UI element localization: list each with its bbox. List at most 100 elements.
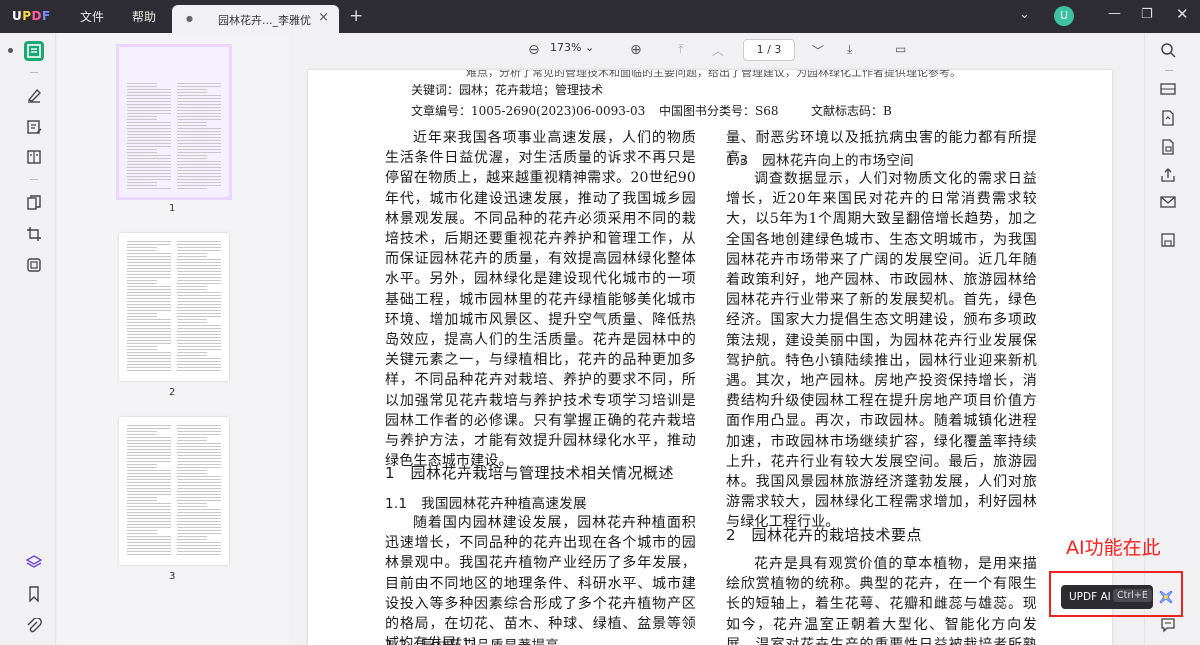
thumbnail-text-line (177, 452, 221, 453)
thumbnail-text-line (127, 241, 171, 242)
thumbnail-text-line (177, 241, 221, 242)
new-tab-icon[interactable]: + (349, 6, 363, 26)
thumbnail-text-line (177, 367, 221, 368)
first-page-icon[interactable]: ⤒ (678, 42, 683, 57)
thumbnail-text-line (127, 301, 171, 302)
document-tab[interactable]: ● 园林花卉..._李雅优 × (172, 5, 339, 33)
zoom-in-icon[interactable]: ⊕ (630, 42, 642, 58)
share-button[interactable] (1160, 167, 1176, 183)
thumbnail-text-line (177, 476, 221, 477)
save-button[interactable] (1160, 232, 1176, 248)
thumbnail-text-line (127, 443, 171, 444)
thumbnail-text-line (177, 503, 207, 504)
thumbnail-text-line (127, 367, 171, 368)
attachment-button[interactable] (26, 617, 42, 634)
thumbnail-text-line (177, 470, 207, 471)
thumbnail-text-line (177, 182, 221, 183)
thumbnail-text-line (127, 182, 157, 183)
thumbnail-text-line (177, 370, 221, 371)
close-tab-icon[interactable]: × (318, 10, 329, 25)
thumbnail-text-line (127, 185, 157, 186)
thumbnail-text-line (177, 521, 221, 522)
thumbnail-text-line (127, 446, 171, 447)
chevron-down-icon[interactable]: ⌄ (1019, 7, 1030, 22)
thumbnail-text-line (177, 473, 207, 474)
last-page-icon[interactable]: ⤓ (847, 42, 852, 57)
updf-ai-button[interactable] (1157, 588, 1175, 606)
bookmark-button[interactable] (26, 586, 42, 603)
email-button[interactable] (1160, 194, 1176, 210)
thumbnail-text-line (177, 170, 221, 171)
chevron-down-icon: ⌄ (584, 41, 595, 54)
thumbnail-text-line (177, 328, 221, 329)
save-icon (1161, 233, 1175, 247)
thumbnail-text-line (127, 467, 157, 468)
page-number-field[interactable]: 1 / 3 (743, 39, 795, 61)
section-heading: 1 园林花卉栽培与管理技术相关情况概述 (385, 464, 675, 482)
convert-button[interactable] (1160, 110, 1176, 126)
thumbnail-text-line (127, 434, 157, 435)
paragraph: 调查数据显示，人们对物质文化的需求日益增长，近20年来国民对花卉的日常消费需求较… (726, 171, 1037, 531)
thumbnail-text-line (127, 250, 157, 251)
previous-page-icon[interactable]: ︿ (712, 42, 724, 59)
reader-mode-button[interactable] (24, 41, 44, 61)
thumbnail-text-line (177, 152, 221, 153)
avatar[interactable]: U (1054, 6, 1074, 26)
ai-tooltip: UPDF AI Ctrl+E (1061, 585, 1153, 609)
thumbnail-text-line (127, 140, 171, 141)
crop-pages-button[interactable] (26, 226, 42, 242)
document-code: 文献标志码：B (811, 104, 892, 118)
thumbnail-text-line (177, 536, 207, 537)
thumbnail-text-line (127, 116, 157, 117)
thumbnail-page-2[interactable] (119, 233, 229, 381)
thumbnail-text-line (177, 289, 207, 290)
thumbnail-text-line (127, 524, 171, 525)
protect-button[interactable] (1160, 139, 1176, 155)
zoom-out-icon[interactable]: ⊖ (528, 42, 540, 58)
comment-list-button[interactable] (1160, 617, 1176, 633)
thumbnail-text-line (127, 461, 171, 462)
thumbnail-text-line (127, 128, 171, 129)
presentation-icon[interactable]: ▭ (895, 42, 906, 56)
handle-dot-icon (8, 48, 13, 53)
thumbnail-text-line (127, 92, 171, 93)
thumbnail-text-line (127, 298, 171, 299)
edit-tool-button[interactable] (26, 119, 42, 135)
thumbnail-text-line (177, 352, 207, 353)
menu-file[interactable]: 文件 (80, 8, 104, 25)
thumbnail-text-line (127, 161, 171, 162)
thumbnail-text-line (177, 268, 221, 269)
zoom-level[interactable]: 173% ⌄ (550, 41, 594, 54)
thumbnail-text-line (177, 131, 221, 132)
thumbnail-text-line (177, 104, 221, 105)
restore-icon[interactable]: ❐ (1141, 7, 1153, 22)
next-page-icon[interactable]: ﹀ (812, 42, 824, 59)
thumbnail-text-line (127, 86, 157, 87)
thumbnail-text-line (177, 434, 221, 435)
thumbnail-text-line (127, 131, 171, 132)
thumbnail-text-line (177, 158, 207, 159)
thumbnail-text-line (127, 349, 157, 350)
thumbnail-text-line (127, 289, 171, 290)
layers-button[interactable] (25, 554, 43, 570)
comment-tool-button[interactable] (26, 87, 42, 103)
thumbnail-text-line (177, 164, 221, 165)
thumbnail-page-3[interactable] (119, 417, 229, 565)
tab-dot-icon: ● (186, 14, 193, 23)
thumbnail-text-line (127, 101, 171, 102)
bookmark-icon (29, 586, 39, 603)
thumbnail-text-line (177, 140, 221, 141)
form-tool-button[interactable] (26, 149, 42, 165)
tools-button[interactable] (26, 257, 42, 273)
search-button[interactable] (1160, 42, 1176, 58)
menu-help[interactable]: 帮助 (132, 8, 156, 25)
organize-pages-button[interactable] (26, 195, 42, 211)
ocr-button[interactable] (1160, 81, 1176, 97)
thumbnail-text-line (177, 482, 221, 483)
thumbnail-text-line (127, 104, 171, 105)
thumbnail-text-line (177, 247, 221, 248)
keywords: 关键词：园林；花卉栽培；管理技术 (411, 83, 604, 97)
thumbnail-page-1[interactable] (116, 44, 232, 200)
minimize-icon[interactable]: — (1108, 6, 1121, 21)
close-window-icon[interactable]: ✕ (1176, 5, 1189, 23)
